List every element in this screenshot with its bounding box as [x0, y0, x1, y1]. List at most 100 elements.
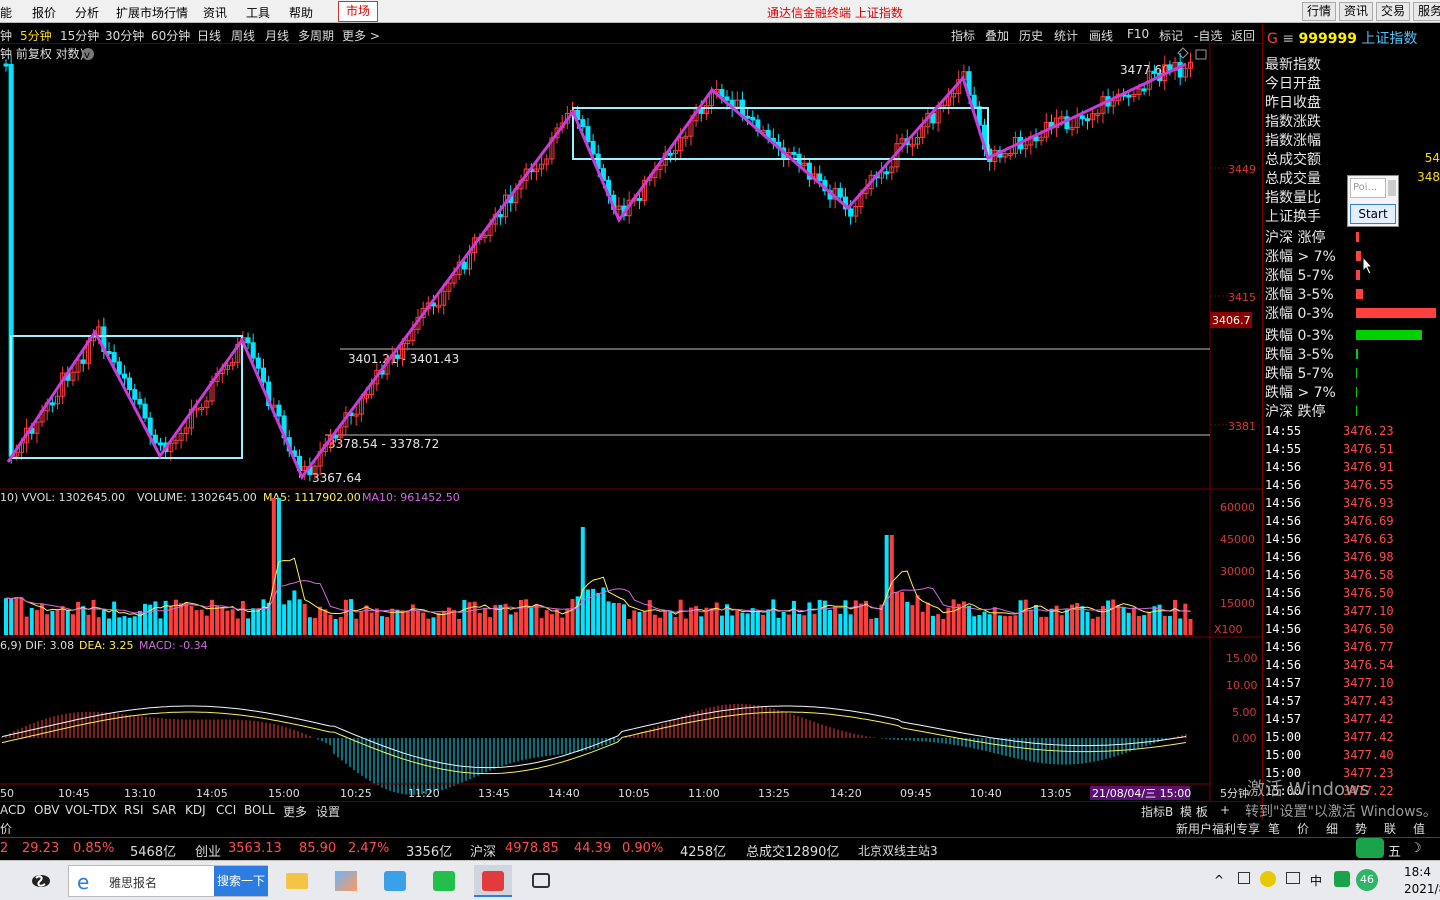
moon-icon[interactable]: ☽	[1410, 841, 1422, 856]
menu-item-quotes[interactable]: 报价	[32, 4, 56, 21]
period-60min[interactable]: 60分钟	[151, 27, 190, 44]
period-monthly[interactable]: 月线	[265, 27, 289, 44]
ind-obv[interactable]: OBV	[34, 803, 60, 817]
search-input[interactable]: 雅思报名	[109, 874, 157, 891]
image-app-icon[interactable]	[327, 865, 365, 897]
volume-bar	[359, 611, 364, 635]
diamond-icon[interactable]	[1177, 47, 1189, 59]
menu-item-partial[interactable]: 能	[0, 4, 12, 21]
volume-bar	[1059, 615, 1064, 635]
candle-body	[261, 367, 266, 383]
tab-trend[interactable]: 势	[1355, 820, 1367, 837]
tab-stroke[interactable]: 笔	[1268, 820, 1280, 837]
window-toggle-icon[interactable]	[1195, 49, 1207, 60]
video-app-icon[interactable]	[523, 865, 561, 897]
current-price-text: 3406.7	[1212, 314, 1251, 327]
breadth-bar	[1356, 289, 1363, 299]
tab-price[interactable]: 价	[1297, 820, 1309, 837]
quotes-button[interactable]: 行情	[1302, 2, 1336, 21]
ind-add[interactable]: +	[1220, 803, 1230, 817]
volume-bar	[50, 610, 55, 635]
ind-sar[interactable]: SAR	[152, 803, 176, 817]
chevron-up-icon[interactable]: ^	[1214, 873, 1224, 887]
ind-settings[interactable]: 设置	[316, 803, 340, 820]
notification-badge[interactable]: 46	[1356, 869, 1378, 891]
menu-icon[interactable]: ≡	[1282, 31, 1294, 47]
ind-template-b[interactable]: 指标B	[1141, 803, 1173, 820]
tool-statistics[interactable]: 统计	[1054, 27, 1078, 44]
chevron-glyph: v	[84, 50, 90, 61]
tool-history[interactable]: 历史	[1019, 27, 1043, 44]
period-30min[interactable]: 30分钟	[105, 27, 144, 44]
volume-bar	[730, 615, 735, 635]
ind-template[interactable]: 模 板	[1180, 803, 1208, 820]
menu-item-help[interactable]: 帮助	[289, 4, 313, 21]
period-daily[interactable]: 日线	[197, 27, 221, 44]
camera-icon[interactable]	[1238, 872, 1250, 884]
period-weekly[interactable]: 周线	[231, 27, 255, 44]
menu-item-analysis[interactable]: 分析	[75, 4, 99, 21]
file-explorer-icon[interactable]	[278, 865, 316, 897]
status-server[interactable]: 北京双线主站3	[858, 842, 938, 859]
chart-area[interactable]: 3401.21 - 3401.43 3378.54 - 3378.72 3367…	[0, 44, 1262, 804]
market-tab[interactable]: 市场	[338, 1, 378, 22]
iqiyi-icon[interactable]	[425, 865, 463, 897]
ind-cci[interactable]: CCI	[216, 803, 236, 817]
ind-rsi[interactable]: RSI	[124, 803, 144, 817]
volume-bar	[601, 587, 606, 635]
period-partial[interactable]: 钟	[0, 27, 12, 44]
plus-app-icon[interactable]	[1260, 871, 1276, 887]
menu-item-tools[interactable]: 工具	[246, 4, 270, 21]
ind-more[interactable]: 更多	[283, 803, 307, 820]
period-multi[interactable]: 多周期	[298, 27, 334, 44]
search-box[interactable]: e 雅思报名 搜索一下	[68, 865, 268, 897]
ime-wubi-label[interactable]: 五	[1388, 841, 1401, 860]
tool-back[interactable]: 返回	[1231, 27, 1255, 44]
tool-self-select[interactable]: -自选	[1194, 27, 1222, 44]
tool-mark[interactable]: 标记	[1159, 27, 1183, 44]
tool-indicator[interactable]: 指标	[951, 27, 975, 44]
popup-input[interactable]: Poi...	[1350, 178, 1386, 198]
popup-scroll[interactable]	[1388, 180, 1396, 196]
volume-bar	[400, 610, 405, 635]
ime-indicator[interactable]: 中	[1310, 872, 1322, 889]
candle-body	[111, 352, 117, 363]
kline-chart[interactable]: 3401.21 - 3401.43 3378.54 - 3378.72 3367…	[0, 44, 1262, 801]
tab-link[interactable]: 联	[1384, 820, 1396, 837]
start-button[interactable]: Start	[1350, 204, 1396, 224]
status-hs-name[interactable]: 沪深	[470, 841, 496, 860]
start-icon[interactable]	[28, 869, 54, 893]
network-icon[interactable]	[1286, 872, 1300, 884]
price-axis-label: 3415	[1228, 291, 1256, 304]
time-axis-label: 50	[0, 787, 14, 800]
clock-date[interactable]: 2021/8	[1404, 882, 1440, 896]
ind-boll[interactable]: BOLL	[244, 803, 275, 817]
zigzag-trendline[interactable]	[6, 62, 1187, 480]
trade-button[interactable]: 交易	[1376, 2, 1410, 21]
news-button[interactable]: 资讯	[1339, 2, 1373, 21]
period-5min[interactable]: 5分钟	[20, 27, 52, 44]
tdx-app-icon[interactable]	[474, 865, 512, 897]
pdf-app-icon[interactable]	[376, 865, 414, 897]
period-more[interactable]: 更多 >	[342, 27, 380, 44]
tool-f10[interactable]: F10	[1127, 27, 1149, 41]
menu-item-news[interactable]: 资讯	[203, 4, 227, 21]
ind-kdj[interactable]: KDJ	[185, 803, 206, 817]
ind-vol-tdx[interactable]: VOL-TDX	[65, 803, 117, 817]
sogou-icon[interactable]	[1334, 871, 1350, 887]
volume-bar	[622, 604, 626, 635]
tab-value[interactable]: 值	[1413, 820, 1425, 837]
clock-time[interactable]: 18:4	[1404, 865, 1431, 879]
search-button[interactable]: 搜索一下	[214, 866, 268, 896]
status-chinext-name[interactable]: 创业	[195, 841, 221, 860]
ind-acd[interactable]: ACD	[0, 803, 26, 817]
tool-draw-line[interactable]: 画线	[1089, 27, 1113, 44]
tab-detail[interactable]: 细	[1326, 820, 1338, 837]
ime-s-icon[interactable]	[1356, 838, 1384, 858]
menu-item-extended-market[interactable]: 扩展市场行情	[116, 4, 188, 21]
stat-label: 今日开盘	[1265, 76, 1321, 92]
period-15min[interactable]: 15分钟	[60, 27, 99, 44]
tool-overlay[interactable]: 叠加	[985, 27, 1009, 44]
service-button[interactable]: 服务	[1413, 2, 1440, 21]
promo-link[interactable]: 新用户福利专享	[1176, 820, 1260, 837]
